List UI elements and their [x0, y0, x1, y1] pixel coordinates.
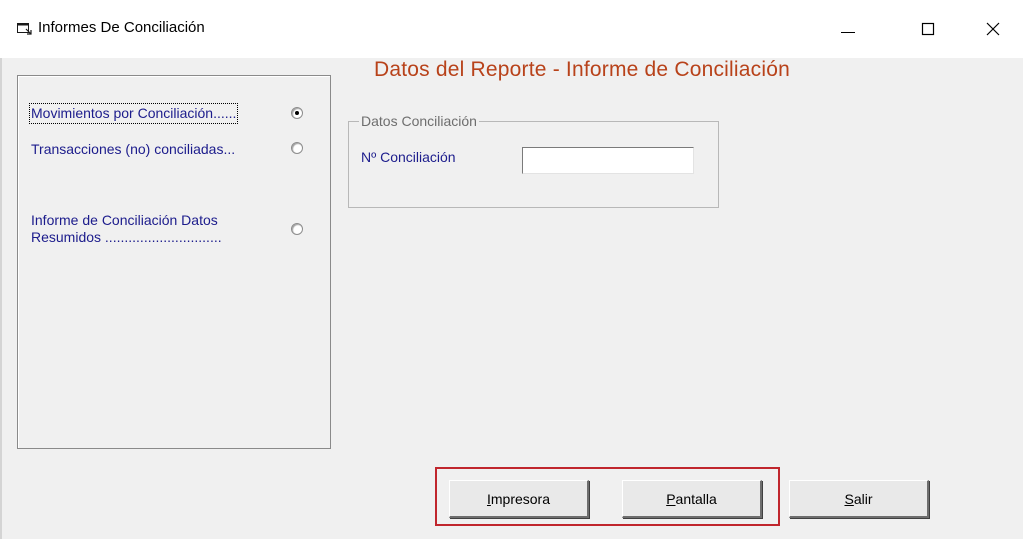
- window-title: Informes De Conciliación: [38, 19, 205, 36]
- title-bar: Informes De Conciliación: [0, 0, 1023, 58]
- option-informe-resumidos-label-line2[interactable]: Resumidos ..............................: [31, 229, 222, 246]
- salir-button[interactable]: Salir: [789, 480, 929, 518]
- minimize-icon: [841, 22, 855, 36]
- option-movimientos-radio[interactable]: [291, 107, 303, 119]
- option-informe-resumidos-label-line1[interactable]: Informe de Conciliación Datos: [31, 212, 218, 229]
- group-legend: Datos Conciliación: [359, 113, 479, 129]
- salir-label: alir: [853, 490, 873, 507]
- impresora-label: mpresora: [490, 490, 551, 507]
- option-movimientos-label[interactable]: Movimientos por Conciliación......: [28, 103, 239, 124]
- page-title: Datos del Reporte - Informe de Conciliac…: [374, 58, 790, 81]
- app-window-icon: [17, 22, 32, 36]
- conciliacion-number-label: Nº Conciliación: [361, 149, 456, 165]
- maximize-button[interactable]: [898, 0, 958, 58]
- salir-hotkey: S: [844, 490, 854, 507]
- close-icon: [986, 22, 1000, 36]
- conciliacion-number-input[interactable]: [522, 147, 694, 174]
- option-transacciones-radio[interactable]: [291, 142, 303, 154]
- radio-selected-dot: [295, 111, 299, 115]
- option-informe-resumidos-radio[interactable]: [291, 223, 303, 235]
- maximize-icon: [921, 22, 935, 36]
- pantalla-hotkey: P: [666, 490, 676, 507]
- impresora-button[interactable]: Impresora: [449, 480, 589, 518]
- minimize-button[interactable]: [818, 0, 878, 58]
- close-button[interactable]: [963, 0, 1023, 58]
- report-type-panel: [17, 75, 331, 449]
- pantalla-button[interactable]: Pantalla: [622, 480, 762, 518]
- pantalla-label: antalla: [675, 490, 717, 507]
- option-transacciones-label[interactable]: Transacciones (no) conciliadas...: [31, 141, 235, 158]
- window-left-edge: [0, 58, 2, 539]
